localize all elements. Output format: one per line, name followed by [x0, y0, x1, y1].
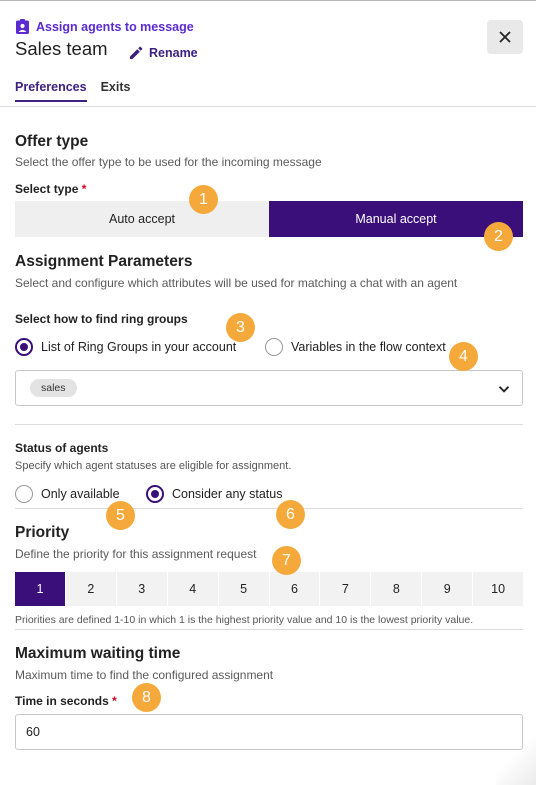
offer-type-description: Select the offer type to be used for the… — [15, 155, 322, 169]
radio-label: Consider any status — [172, 487, 283, 501]
divider — [15, 424, 523, 425]
ring-group-chip[interactable]: sales — [30, 379, 77, 397]
radio-only-available[interactable]: Only available — [15, 485, 120, 503]
priority-description: Define the priority for this assignment … — [15, 547, 257, 561]
auto-accept-button[interactable]: Auto accept — [15, 201, 269, 237]
annotation-marker: 7 — [272, 546, 301, 575]
pencil-icon — [130, 46, 143, 59]
priority-option[interactable]: 5 — [217, 572, 269, 606]
select-type-label-text: Select type — [15, 182, 79, 196]
radio-button-selected[interactable] — [15, 338, 33, 356]
assignment-heading: Assignment Parameters — [15, 253, 193, 270]
radio-button-selected[interactable] — [146, 485, 164, 503]
status-heading: Status of agents — [15, 441, 109, 455]
tab-preferences[interactable]: Preferences — [15, 80, 87, 102]
top-border — [0, 0, 536, 1]
rename-button[interactable]: Rename — [129, 46, 198, 60]
annotation-marker: 8 — [132, 683, 161, 712]
annotation-marker: 4 — [449, 342, 478, 371]
chevron-down-icon[interactable] — [498, 383, 510, 395]
radio-list-ring-groups[interactable]: List of Ring Groups in your account — [15, 338, 236, 356]
close-button[interactable] — [487, 20, 523, 54]
offer-type-heading: Offer type — [15, 133, 89, 150]
annotation-marker: 2 — [484, 222, 513, 251]
find-ring-groups-label: Select how to find ring groups — [15, 312, 188, 326]
radio-any-status[interactable]: Consider any status — [146, 485, 282, 503]
priority-selector: 1 2 3 4 5 6 7 8 9 10 — [15, 572, 523, 606]
divider — [15, 508, 523, 509]
tabs-divider — [0, 106, 536, 107]
radio-label: Variables in the flow context — [291, 340, 446, 354]
priority-option[interactable]: 10 — [472, 572, 523, 606]
priority-option[interactable]: 2 — [64, 572, 116, 606]
annotation-marker: 3 — [226, 313, 255, 342]
radio-flow-variables[interactable]: Variables in the flow context — [265, 338, 446, 356]
offer-type-toggle: Auto accept Manual accept — [15, 201, 523, 237]
tab-exits[interactable]: Exits — [101, 80, 131, 102]
time-seconds-label-text: Time in seconds — [15, 694, 109, 708]
priority-option[interactable]: 3 — [115, 572, 167, 606]
time-seconds-label: Time in seconds * — [15, 694, 117, 708]
ring-group-select[interactable]: sales — [15, 370, 523, 406]
page-title: Sales team — [15, 38, 108, 59]
waiting-description: Maximum time to find the configured assi… — [15, 668, 274, 682]
radio-label: Only available — [41, 487, 120, 501]
corner-shadow — [496, 735, 536, 785]
priority-option[interactable]: 6 — [268, 572, 320, 606]
radio-button[interactable] — [265, 338, 283, 356]
annotation-marker: 6 — [276, 500, 305, 529]
close-icon — [499, 31, 511, 43]
divider — [15, 629, 523, 630]
select-type-label: Select type * — [15, 182, 86, 196]
priority-option[interactable]: 9 — [421, 572, 472, 606]
context-label: Assign agents to message — [16, 19, 194, 34]
context-label-text: Assign agents to message — [36, 19, 194, 34]
radio-label: List of Ring Groups in your account — [41, 340, 237, 354]
priority-note: Priorities are defined 1-10 in which 1 i… — [15, 614, 474, 626]
priority-heading: Priority — [15, 524, 70, 541]
assignment-description: Select and configure which attributes wi… — [15, 276, 458, 290]
annotation-marker: 1 — [189, 185, 218, 214]
priority-option[interactable]: 7 — [319, 572, 370, 606]
status-description: Specify which agent statuses are eligibl… — [15, 460, 292, 472]
waiting-heading: Maximum waiting time — [15, 645, 181, 662]
required-mark: * — [112, 694, 117, 708]
tab-bar: Preferences Exits — [15, 80, 130, 102]
priority-option[interactable]: 4 — [166, 572, 218, 606]
priority-option[interactable]: 8 — [370, 572, 421, 606]
radio-button[interactable] — [15, 485, 33, 503]
badge-icon — [16, 19, 29, 34]
priority-option[interactable]: 1 — [15, 572, 65, 606]
annotation-marker: 5 — [106, 501, 135, 530]
rename-label: Rename — [149, 46, 198, 60]
required-mark: * — [81, 182, 87, 196]
time-seconds-input[interactable]: 60 — [15, 714, 523, 750]
